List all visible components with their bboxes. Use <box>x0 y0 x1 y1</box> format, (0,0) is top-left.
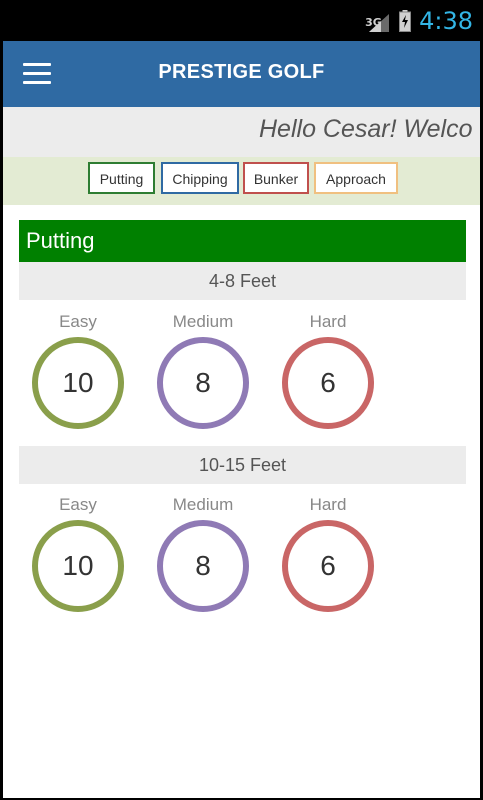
difficulty-easy: Easy 10 <box>28 494 128 612</box>
difficulty-easy: Easy 10 <box>28 311 128 429</box>
distance-range-header: 10-15 Feet <box>19 446 466 484</box>
tab-chipping[interactable]: Chipping <box>161 162 239 194</box>
difficulty-label: Easy <box>59 495 97 514</box>
app-window: PRESTIGE GOLF Hello Cesar! Welco Putting… <box>3 41 480 798</box>
score-ring[interactable]: 10 <box>32 520 124 612</box>
difficulty-label: Medium <box>172 312 234 331</box>
difficulty-hard: Hard 6 <box>278 311 378 429</box>
difficulty-label: Easy <box>59 312 97 331</box>
status-bar: 3G 4:38 <box>0 0 483 41</box>
score-ring[interactable]: 8 <box>157 520 249 612</box>
difficulty-label: Hard <box>309 312 347 331</box>
difficulty-hard: Hard 6 <box>278 494 378 612</box>
app-bar: PRESTIGE GOLF <box>3 41 480 107</box>
category-tabs: Putting Chipping Bunker Approach <box>3 157 480 205</box>
distance-range-header: 4-8 Feet <box>19 262 466 300</box>
signal-icon: 3G <box>365 8 391 34</box>
battery-charging-icon <box>399 9 412 32</box>
difficulty-medium: Medium 8 <box>153 494 253 612</box>
app-title: PRESTIGE GOLF <box>158 61 325 83</box>
section-title: Putting <box>19 220 466 262</box>
tab-putting[interactable]: Putting <box>88 162 155 194</box>
welcome-banner: Hello Cesar! Welco <box>3 107 480 157</box>
tab-bunker[interactable]: Bunker <box>243 162 309 194</box>
score-ring[interactable]: 8 <box>157 337 249 429</box>
hamburger-menu-icon[interactable] <box>23 63 51 85</box>
status-clock: 4:38 <box>419 6 473 35</box>
difficulty-label: Medium <box>172 495 234 514</box>
score-ring[interactable]: 6 <box>282 520 374 612</box>
score-ring[interactable]: 6 <box>282 337 374 429</box>
welcome-text: Hello Cesar! Welco <box>259 115 473 143</box>
tab-approach[interactable]: Approach <box>314 162 398 194</box>
score-ring[interactable]: 10 <box>32 337 124 429</box>
difficulty-label: Hard <box>309 495 347 514</box>
difficulty-medium: Medium 8 <box>153 311 253 429</box>
